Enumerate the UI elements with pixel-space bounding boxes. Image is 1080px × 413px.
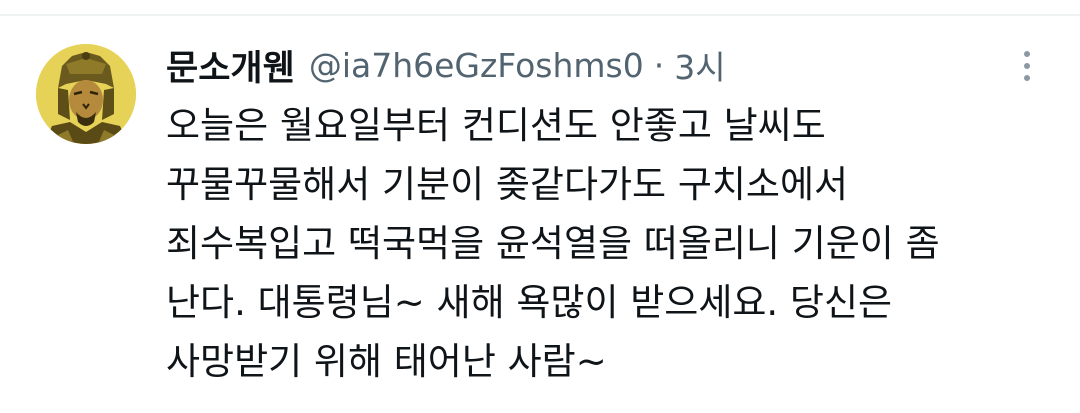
tweet-text-line: 오늘은 월요일부터 컨디션도 안좋고 날씨도 [166, 104, 826, 147]
avatar[interactable] [36, 44, 136, 144]
divider [0, 14, 1080, 16]
user-handle[interactable]: @ia7h6eGzFoshms0 [309, 46, 644, 85]
timestamp[interactable]: 3시 [674, 41, 725, 89]
tweet[interactable]: 문소개웬 @ia7h6eGzFoshms0 · 3시 오늘은 월요일부터 컨디션… [0, 0, 1080, 413]
separator-dot: · [653, 45, 665, 85]
tweet-text-line: 난다. 대통령님~ 새해 욕많이 받으세요. 당신은 [166, 281, 893, 324]
more-options-button[interactable] [1010, 44, 1044, 88]
tweet-header: 문소개웬 @ia7h6eGzFoshms0 · 3시 [166, 40, 726, 90]
display-name[interactable]: 문소개웬 [166, 40, 295, 91]
tweet-text-line: 사망받기 위해 태어난 사람~ [166, 340, 607, 383]
tweet-text: 오늘은 월요일부터 컨디션도 안좋고 날씨도 꾸물꾸물해서 기분이 좆같다가도 … [166, 96, 1056, 391]
more-vertical-icon [1024, 51, 1030, 57]
tweet-text-line: 꾸물꾸물해서 기분이 좆같다가도 구치소에서 [166, 163, 849, 206]
tweet-text-line: 죄수복입고 떡국먹을 윤석열을 떠올리니 기운이 좀 [166, 222, 940, 265]
warrior-portrait-icon [36, 44, 136, 144]
